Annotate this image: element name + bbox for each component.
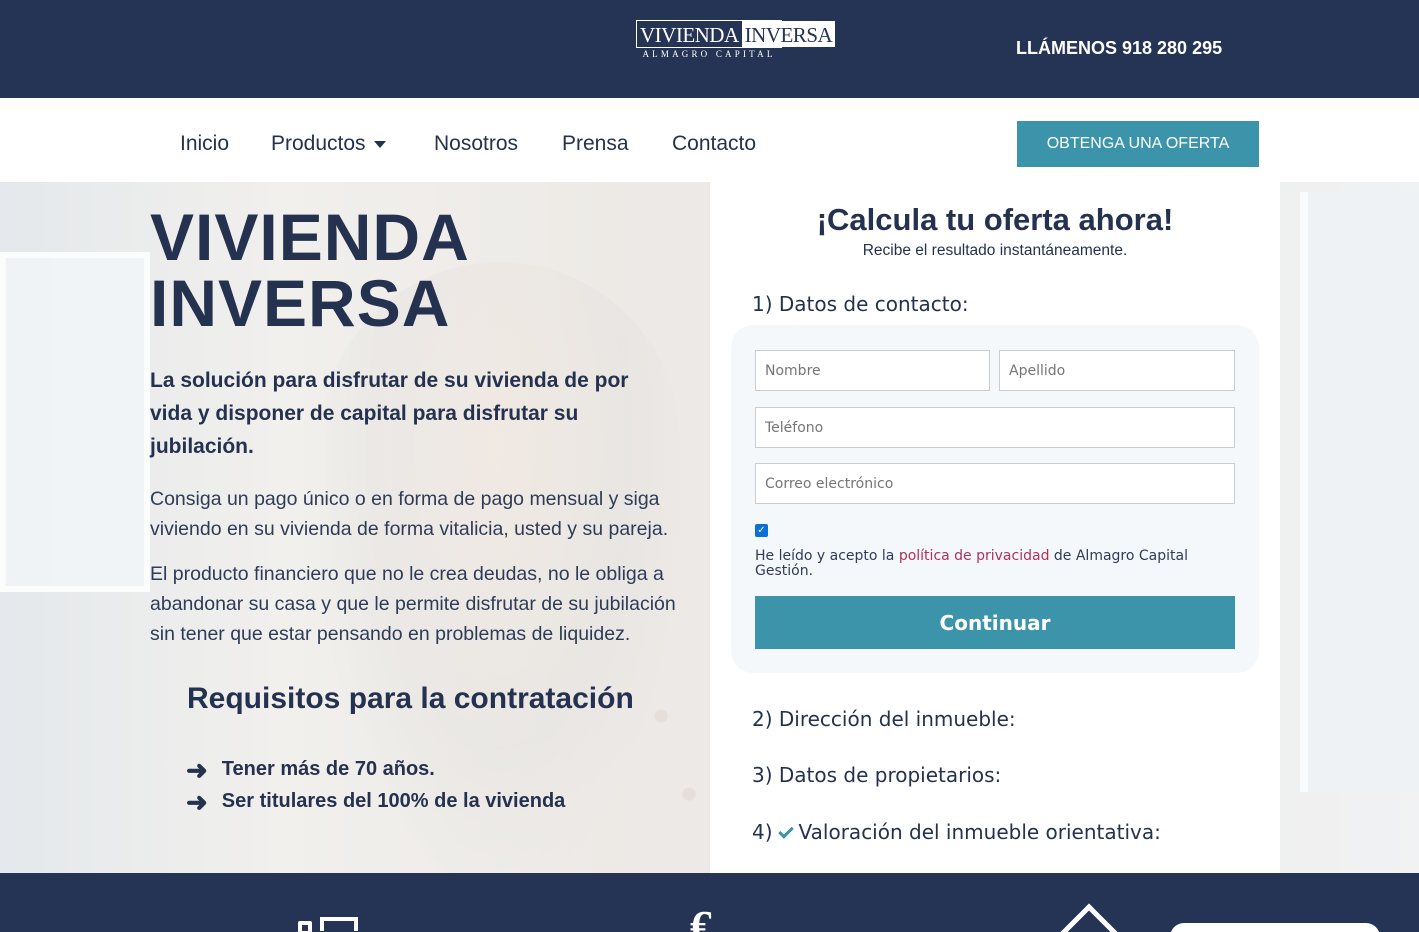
nav-item-productos-label: Productos — [271, 132, 366, 155]
privacy-consent-label: He leído y acepto la política de privaci… — [755, 549, 1225, 579]
continue-button[interactable]: Continuar — [755, 596, 1235, 649]
requirement-item: ➜ Tener más de 70 años. — [186, 754, 435, 785]
consent-prefix: He leído y acepto la — [755, 548, 899, 564]
step-2-heading[interactable]: 2) Dirección del inmueble: — [752, 707, 1016, 731]
arrow-right-icon: ➜ — [186, 754, 208, 785]
footer-features: € — [0, 873, 1419, 932]
form-subtitle: Recibe el resultado instantáneamente. — [862, 242, 1128, 259]
nav-item-prensa[interactable]: Prensa — [562, 132, 629, 156]
offer-form-panel: ¡Calcula tu oferta ahora! Recibe el resu… — [710, 182, 1280, 873]
first-name-input[interactable] — [755, 350, 990, 391]
nav-item-inicio[interactable]: Inicio — [180, 132, 229, 156]
step-4-number: 4) — [752, 820, 773, 844]
step-4-heading[interactable]: 4) Valoración del inmueble orientativa: — [752, 820, 1161, 844]
requirements-title: Requisitos para la contratación — [187, 682, 634, 715]
logo-subtitle: ALMAGRO CAPITAL — [642, 49, 776, 59]
logo[interactable]: VIVIENDA INVERSA ALMAGRO CAPITAL — [636, 20, 836, 60]
nav-item-contacto[interactable]: Contacto — [672, 132, 756, 156]
logo-text-left: VIVIENDA — [640, 23, 739, 47]
house-icon — [1056, 903, 1122, 932]
hero-title: VIVIENDA INVERSA — [150, 204, 470, 336]
logo-box: VIVIENDA INVERSA — [636, 20, 836, 48]
hero-lead: La solución para disfrutar de su viviend… — [150, 369, 629, 458]
logo-text-right: INVERSA — [741, 21, 836, 47]
requirement-text: Ser titulares del 100% de la vivienda — [221, 790, 566, 812]
hero-paragraph-1: Consiga un pago único o en forma de pago… — [150, 488, 669, 540]
nav-item-nosotros[interactable]: Nosotros — [434, 132, 518, 156]
hero-title-line2: INVERSA — [150, 266, 451, 340]
top-bar: VIVIENDA INVERSA ALMAGRO CAPITAL LLÁMENO… — [0, 0, 1419, 98]
caret-down-icon — [373, 140, 386, 148]
arrow-right-icon: ➜ — [186, 786, 208, 817]
last-name-input[interactable] — [999, 350, 1235, 391]
footer-badge — [1170, 923, 1380, 932]
hero-title-line1: VIVIENDA — [150, 200, 470, 274]
step-4-label: Valoración del inmueble orientativa: — [798, 820, 1161, 844]
phone-link[interactable]: LLÁMENOS 918 280 295 — [1016, 38, 1222, 59]
phone-input[interactable] — [755, 407, 1235, 448]
email-input[interactable] — [755, 463, 1235, 504]
step-1-heading[interactable]: 1) Datos de contacto: — [752, 292, 969, 316]
nav-item-productos[interactable]: Productos — [271, 132, 386, 156]
get-offer-button[interactable]: OBTENGA UNA OFERTA — [1017, 121, 1259, 167]
check-icon — [777, 823, 794, 839]
euro-icon: € — [690, 902, 712, 932]
privacy-policy-link[interactable]: política de privacidad — [899, 548, 1050, 564]
step-3-heading[interactable]: 3) Datos de propietarios: — [752, 763, 1001, 787]
hero-paragraph-2: El producto financiero que no le crea de… — [150, 563, 676, 645]
main-nav: Inicio Productos Nosotros Prensa Contact… — [0, 98, 1419, 182]
handshake-icon — [298, 915, 358, 932]
requirement-item: ➜ Ser titulares del 100% de la vivienda — [186, 786, 566, 817]
form-title: ¡Calcula tu oferta ahora! — [816, 202, 1174, 237]
privacy-checkbox[interactable]: ✓ — [755, 524, 768, 537]
requirement-text: Tener más de 70 años. — [221, 758, 435, 780]
